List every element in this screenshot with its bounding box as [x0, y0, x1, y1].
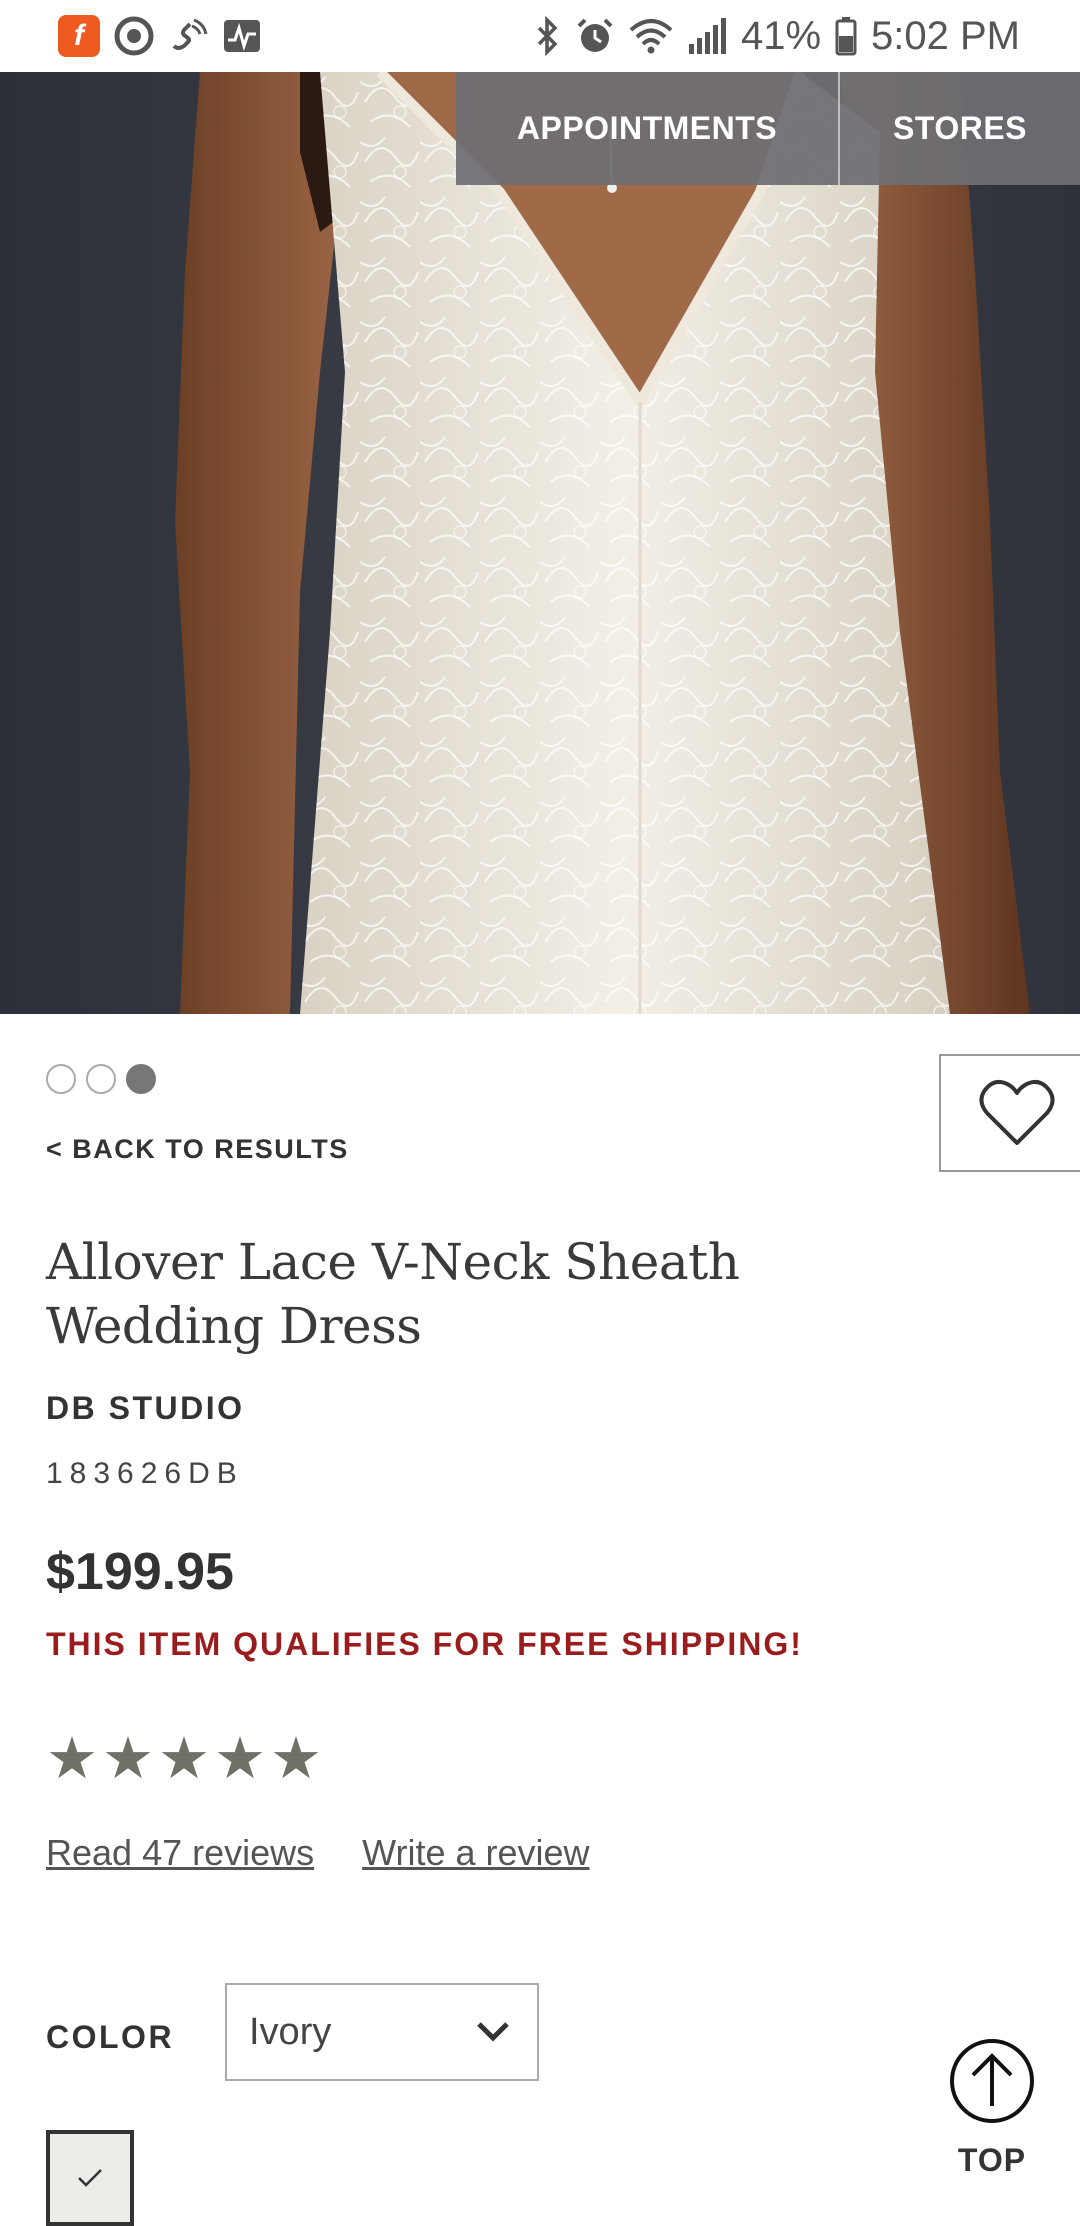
battery-icon [835, 14, 857, 58]
battery-percent: 41% [740, 13, 822, 58]
color-label: COLOR [46, 2019, 175, 2055]
wifi-icon [629, 14, 673, 58]
write-review-link[interactable]: Write a review [362, 1832, 589, 1874]
star-icon: ★ [102, 1726, 154, 1791]
bluetooth-icon [535, 14, 561, 58]
back-to-top-label: TOP [957, 2142, 1027, 2178]
favorite-button[interactable] [939, 1054, 1080, 1172]
app-f-icon: f [58, 14, 100, 58]
product-price: $199.95 [46, 1543, 234, 1601]
star-icon: ★ [214, 1726, 266, 1791]
appointments-button[interactable]: APPOINTMENTS [456, 72, 840, 185]
status-bar: f 41% 5:02 PM [0, 0, 1080, 72]
product-brand: DB STUDIO [46, 1390, 245, 1426]
stores-button[interactable]: STORES [840, 72, 1080, 185]
product-sku: 183626DB [46, 1457, 244, 1490]
top-nav: APPOINTMENTS STORES [456, 72, 1080, 185]
check-icon [78, 2169, 102, 2187]
gallery-dot[interactable] [86, 1064, 116, 1094]
chevron-down-icon [477, 2022, 509, 2042]
dress-photo [175, 72, 1030, 1014]
alarm-icon [575, 14, 615, 58]
target-icon [114, 14, 154, 58]
star-icon: ★ [46, 1726, 98, 1791]
gallery-dots [46, 1064, 156, 1094]
rating-stars[interactable]: ★ ★ ★ ★ ★ [46, 1730, 322, 1788]
read-reviews-link[interactable]: Read 47 reviews [46, 1832, 314, 1874]
color-select[interactable]: Ivory [225, 1983, 539, 2081]
gallery-dot-active[interactable] [126, 1064, 156, 1094]
color-swatch-ivory[interactable] [46, 2130, 134, 2226]
gallery-dot[interactable] [46, 1064, 76, 1094]
star-icon: ★ [270, 1726, 322, 1791]
color-select-value: Ivory [249, 2010, 332, 2053]
wifi-call-icon [168, 14, 208, 58]
activity-icon [222, 14, 262, 58]
free-shipping-note: THIS ITEM QUALIFIES FOR FREE SHIPPING! [46, 1626, 803, 1662]
heart-icon [979, 1079, 1055, 1145]
arrow-up-circle-icon [950, 2039, 1034, 2123]
product-title: Allover Lace V-Neck Sheath Wedding Dress [46, 1233, 740, 1355]
back-to-results-link[interactable]: < BACK TO RESULTS [46, 1134, 349, 1165]
signal-icon [687, 14, 727, 58]
star-icon: ★ [158, 1726, 210, 1791]
product-image[interactable] [0, 72, 1080, 1014]
clock: 5:02 PM [871, 13, 1020, 58]
back-to-top-button[interactable]: TOP [942, 2038, 1042, 2198]
review-links: Read 47 reviews Write a review [46, 1832, 590, 1874]
